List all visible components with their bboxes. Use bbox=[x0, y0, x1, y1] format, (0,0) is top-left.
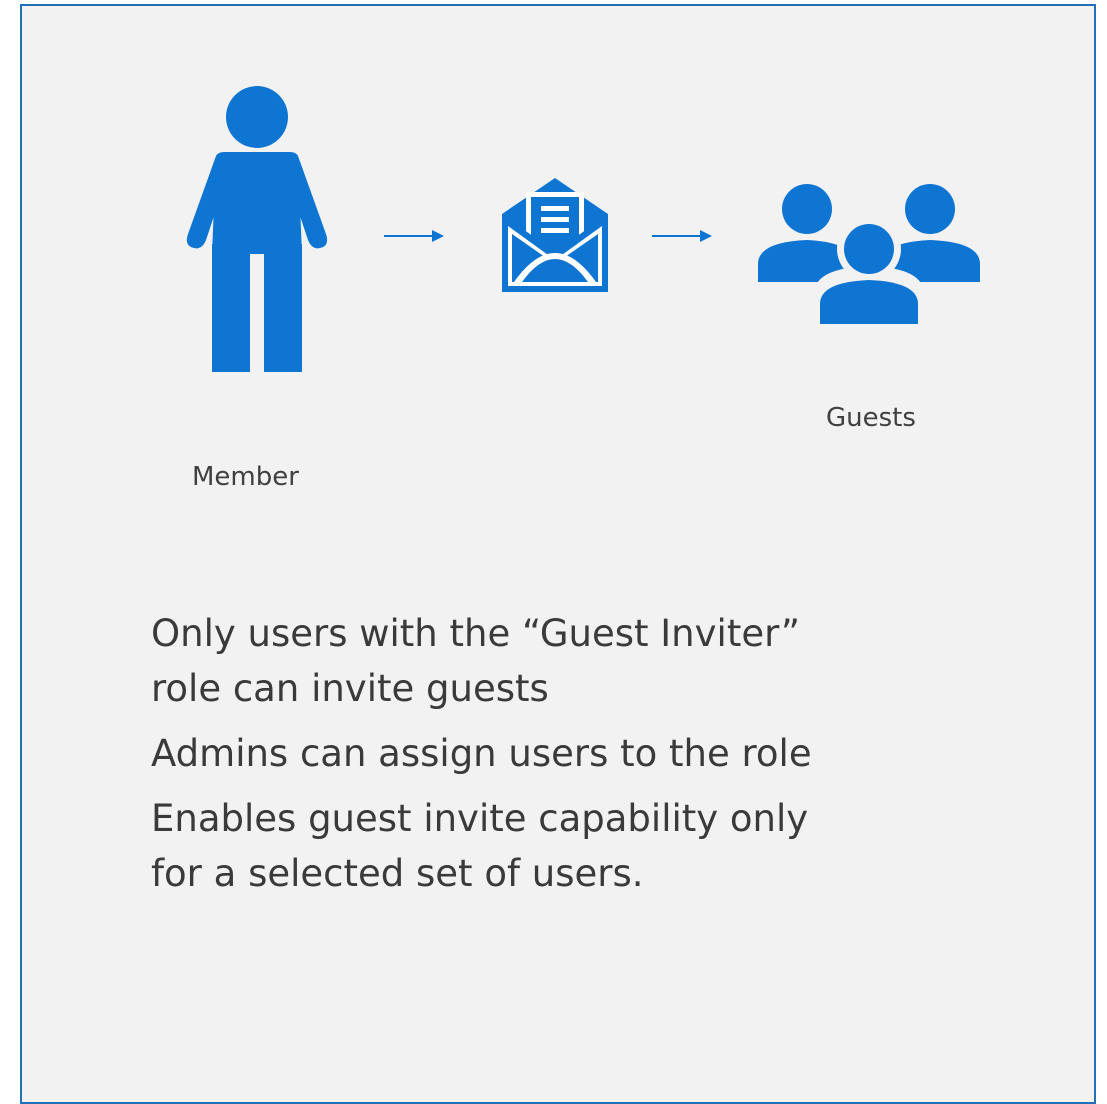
arrow-right-icon bbox=[384, 230, 444, 242]
description-line: Enables guest invite capability only bbox=[151, 797, 809, 840]
envelope-letter-icon bbox=[502, 178, 608, 292]
description-item: Only users with the “Guest Inviter” role… bbox=[151, 606, 1001, 716]
diagram-panel bbox=[20, 4, 1096, 1104]
group-icon bbox=[758, 184, 980, 324]
guests-label: Guests bbox=[826, 403, 916, 433]
description-line: Admins can assign users to the role bbox=[151, 732, 812, 775]
description-item: Admins can assign users to the role bbox=[151, 726, 1001, 781]
member-label: Member bbox=[192, 462, 299, 492]
description-item: Enables guest invite capability only for… bbox=[151, 791, 1001, 901]
person-icon bbox=[186, 86, 328, 372]
description-line: Only users with the “Guest Inviter” bbox=[151, 612, 801, 655]
description-line: for a selected set of users. bbox=[151, 852, 644, 895]
description-line: role can invite guests bbox=[151, 667, 549, 710]
arrow-right-icon bbox=[652, 230, 712, 242]
description-list: Only users with the “Guest Inviter” role… bbox=[151, 606, 1001, 911]
